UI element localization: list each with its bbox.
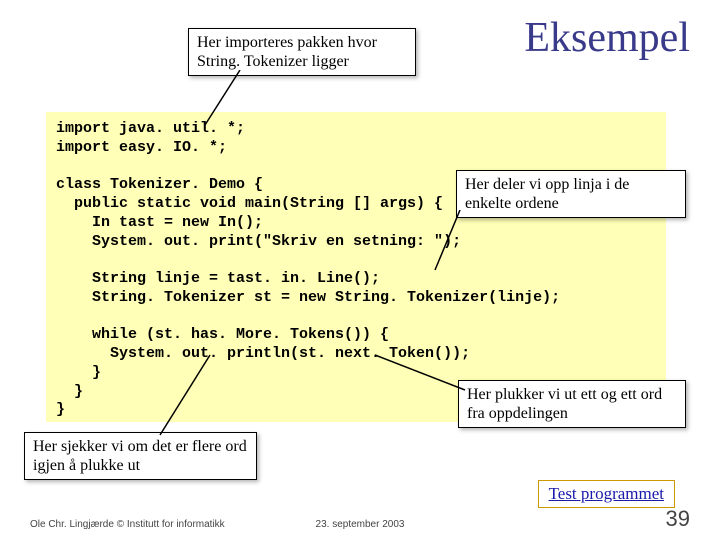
footer-date: 23. september 2003 <box>316 519 405 530</box>
slide: Eksempel import java. util. *; import ea… <box>0 0 720 540</box>
callout-import: Her importeres pakken hvor String. Token… <box>188 28 416 76</box>
footer-author: Ole Chr. Lingjærde © Institutt for infor… <box>30 519 225 530</box>
callout-split: Her deler vi opp linja i de enkelte orde… <box>456 170 686 218</box>
callout-check: Her sjekker vi om det er flere ord igjen… <box>24 432 257 480</box>
test-program-link[interactable]: Test programmet <box>538 480 675 508</box>
code-block: import java. util. *; import easy. IO. *… <box>46 112 666 422</box>
page-title: Eksempel <box>524 14 690 62</box>
callout-pick: Her plukker vi ut ett og ett ord fra opp… <box>458 380 686 428</box>
footer-pagenum: 39 <box>666 506 690 532</box>
